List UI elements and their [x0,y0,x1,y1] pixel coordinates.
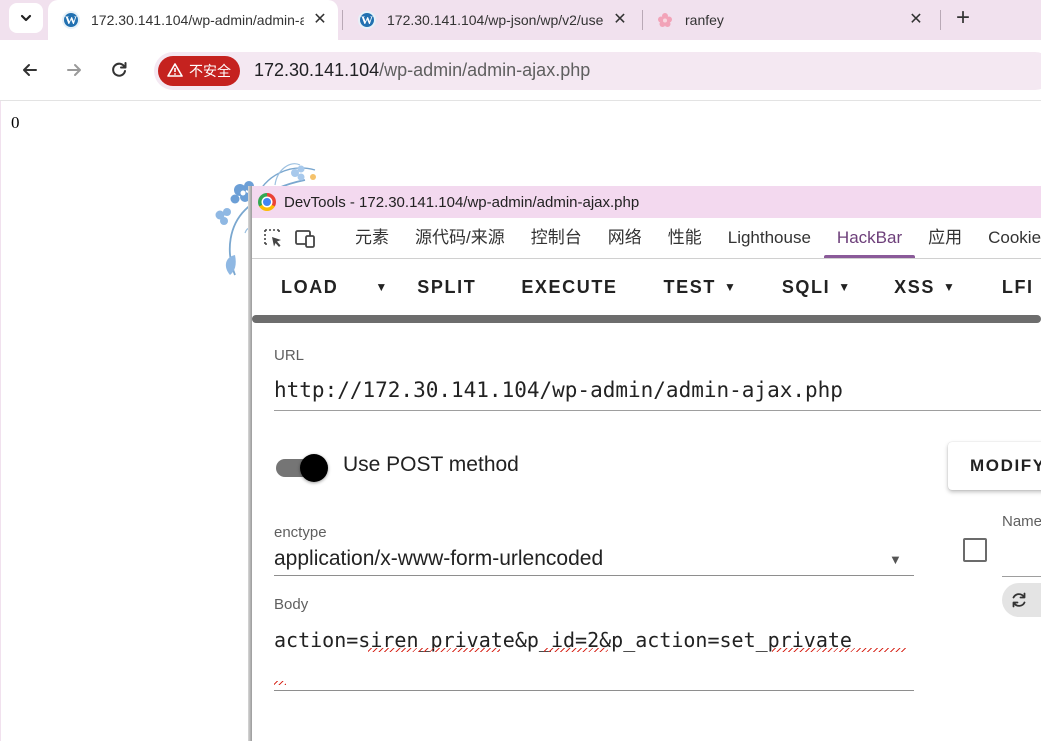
caret-down-icon[interactable]: ▼ [889,552,902,567]
execute-button[interactable]: EXECUTE [521,259,617,315]
close-tab-icon[interactable]: ✕ [908,12,924,28]
tab-divider [940,10,941,30]
panel-tab-cookie[interactable]: Cookie [975,218,1041,258]
hackbar-menu: LOAD ▼ SPLIT EXECUTE TEST ▼ SQLI ▼ XSS ▼ LF… [252,259,1041,315]
header-enable-checkbox[interactable] [963,538,987,562]
post-method-toggle[interactable] [276,454,328,482]
chevron-down-icon [20,14,32,22]
wordpress-icon: W [358,11,376,29]
panel-tab-console[interactable]: 控制台 [518,218,595,258]
tab-divider [342,10,343,30]
panel-tab-elements[interactable]: 元素 [342,218,402,258]
panel-tab-sources[interactable]: 源代码/来源 [402,218,518,258]
devtools-titlebar[interactable]: DevTools - 172.30.141.104/wp-admin/admin… [252,186,1041,218]
sqli-menu[interactable]: SQLI ▼ [782,259,850,315]
panel-tab-hackbar[interactable]: HackBar [823,218,916,258]
devtools-panel-tabs: 元素 源代码/来源 控制台 网络 性能 Lighthouse HackBar 应… [252,218,1041,259]
tab-divider [642,10,643,30]
forward-arrow-icon[interactable] [59,55,89,85]
enctype-select[interactable]: application/x-www-form-urlencoded [274,547,603,571]
modify-header-button[interactable]: MODIFY HEADER [948,442,1041,490]
tab-search-button[interactable] [9,3,43,33]
close-tab-icon[interactable]: ✕ [612,12,628,28]
tab-title: ranfey [685,12,724,28]
load-button[interactable]: LOAD [281,259,338,315]
caret-down-icon: ▼ [838,280,851,294]
url-label: URL [274,347,305,364]
caret-down-icon: ▼ [723,280,736,294]
load-dropdown-button[interactable]: ▼ [367,259,387,315]
enctype-underline [274,575,914,576]
spellcheck-underline [368,648,500,652]
lfi-menu[interactable]: LFI▼ [1002,259,1041,315]
address-url[interactable]: 172.30.141.104/wp-admin/admin-ajax.php [254,60,590,81]
load-label: LOAD [281,276,339,297]
panel-tab-application[interactable]: 应用 [915,218,975,258]
post-method-label: Use POST method [343,453,519,476]
tab-title: 172.30.141.104/wp-admin/admin-ajax.php [91,12,304,28]
enctype-label: enctype [274,524,327,541]
url-input-underline [274,410,1041,411]
response-output: 0 [11,113,20,132]
spellcheck-underline [544,648,608,652]
header-name-underline [1002,576,1041,577]
hackbar-divider-bar [252,315,1041,323]
refresh-icon [1012,592,1026,608]
chrome-icon [258,193,276,211]
split-label: SPLIT [417,276,477,297]
reload-icon[interactable] [104,55,134,85]
browser-tab-active[interactable]: W 172.30.141.104/wp-admin/admin-ajax.php… [48,0,338,40]
header-name-label: Name [1002,513,1041,530]
xss-label: XSS [894,276,935,297]
execute-label: EXECUTE [521,276,618,297]
spellcheck-underline [274,681,286,685]
new-tab-plus-icon[interactable]: + [950,6,976,32]
flower-favicon-icon [656,11,674,29]
back-arrow-icon[interactable] [15,55,45,85]
body-textarea[interactable]: action=siren_private&p_id=2&p_action=set… [274,624,914,657]
caret-down-icon: ▼ [942,280,955,294]
close-tab-icon[interactable]: ✕ [312,12,328,28]
caret-down-icon: ▼ [375,280,388,294]
sqli-label: SQLI [781,276,831,297]
inspect-element-icon[interactable] [262,226,284,250]
devtools-window: DevTools - 172.30.141.104/wp-admin/admin… [252,186,1041,741]
panel-tab-network[interactable]: 网络 [595,218,655,258]
body-label: Body [274,596,309,613]
browser-tab[interactable]: W 172.30.141.104/wp-json/wp/v2/users ✕ [346,0,642,40]
not-secure-label: 不安全 [189,63,231,79]
refresh-chip[interactable] [1002,583,1041,617]
spellcheck-underline [772,648,906,652]
tab-title: 172.30.141.104/wp-json/wp/v2/users [387,12,604,28]
panel-tab-lighthouse[interactable]: Lighthouse [715,218,824,258]
url-input[interactable]: http://172.30.141.104/wp-admin/admin-aja… [274,378,843,402]
wordpress-icon: W [62,11,80,29]
url-path: /wp-admin/admin-ajax.php [379,60,591,80]
test-menu[interactable]: TEST ▼ [664,259,736,315]
device-toolbar-icon[interactable] [294,226,316,250]
url-host: 172.30.141.104 [254,60,380,80]
not-secure-badge[interactable]: 不安全 [158,56,240,86]
warning-triangle-icon [167,62,183,80]
xss-menu[interactable]: XSS ▼ [894,259,955,315]
lfi-label: LFI [1001,276,1034,297]
split-button[interactable]: SPLIT [417,259,476,315]
page-border [0,101,1,741]
toggle-knob [300,454,328,482]
test-label: TEST [663,276,716,297]
body-underline [274,690,914,691]
panel-tab-performance[interactable]: 性能 [655,218,715,258]
devtools-title: DevTools - 172.30.141.104/wp-admin/admin… [284,193,640,211]
browser-tab[interactable]: ranfey ✕ [646,0,938,40]
